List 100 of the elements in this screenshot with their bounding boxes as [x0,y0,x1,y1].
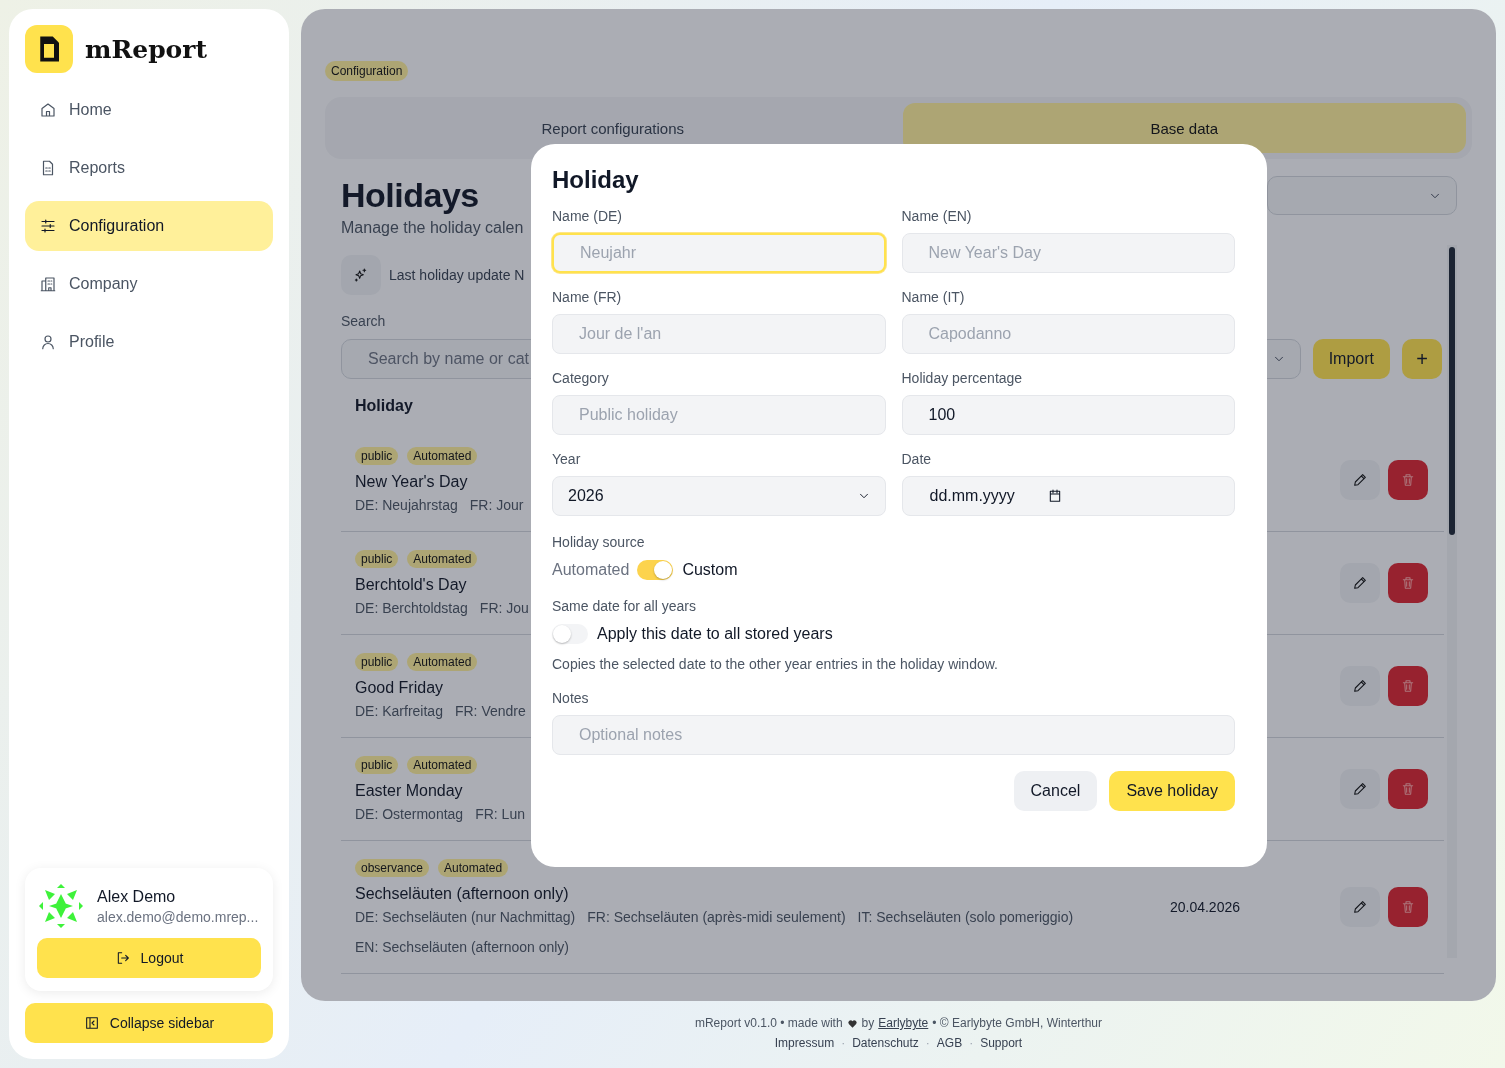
input-field[interactable]: New Year's Day [901,233,1235,273]
scrollbar[interactable] [1449,247,1455,535]
trash-icon [1400,899,1416,915]
holiday-name: Sechseläuten (afternoon only) [355,885,569,903]
delete-button[interactable] [1388,769,1428,809]
delete-button[interactable] [1388,460,1428,500]
user-icon [39,333,57,351]
nav-item[interactable]: Configuration [25,201,273,251]
import-button[interactable]: Import [1312,339,1390,379]
holiday-name: Berchtold's Day [355,576,467,594]
footer-text: • © Earlybyte GmbH, Winterthur [932,1016,1103,1030]
tag: Automated [407,447,478,465]
delete-button[interactable] [1388,563,1428,603]
separator-dot: · [925,1036,930,1050]
breadcrumb-chip[interactable]: Configuration [325,61,409,81]
add-button[interactable]: + [1402,339,1442,379]
input-field[interactable]: Jour de l'an [552,314,886,354]
sparkle-button[interactable] [341,255,381,295]
collapse-sidebar-button[interactable]: Collapse sidebar [25,1003,273,1043]
field-label: Name (EN) [901,208,973,224]
edit-button[interactable] [1340,666,1380,706]
translation-text: FR: Jour [469,497,524,513]
footer-link[interactable]: Earlybyte [878,1016,929,1030]
update-note: Last holiday update N [389,267,525,283]
nav-item[interactable]: Profile [25,317,273,367]
footer-link[interactable]: Datenschutz [852,1036,919,1050]
pencil-icon [1352,575,1368,591]
tag: Automated [438,859,509,877]
field-label: Year [552,451,582,467]
input-field[interactable]: 100 [901,395,1235,435]
toggle-switch[interactable] [637,560,674,580]
footer-text: by [861,1016,875,1030]
translation-text: FR: Jou [479,600,529,616]
section-label: Holiday source [552,534,646,550]
app-name: mReport [85,34,207,64]
tag: Automated [407,653,478,671]
section-label: Same date for all years [552,598,697,614]
translation-text: DE: Karfreitag [355,703,443,719]
field-label: Name (DE) [552,208,623,224]
translation-text: EN: Sechseläuten (afternoon only) [355,939,569,955]
avatar-icon [37,882,85,930]
field-label: Name (IT) [901,289,966,305]
pencil-icon [1352,781,1368,797]
year-select[interactable]: 2026 [552,476,886,516]
heart-icon [846,1017,858,1029]
pencil-icon [1352,472,1368,488]
holiday-name: Easter Monday [355,782,463,800]
nav-item[interactable]: Company [25,259,273,309]
field-label: Date [901,451,933,467]
tag: Automated [407,756,478,774]
toggle-option: Custom [682,561,738,579]
translation-text: DE: Sechseläuten (nur Nachmittag) [355,909,576,925]
date-field[interactable]: dd.mm.yyyy [901,476,1235,516]
tab[interactable]: Report configurations [331,103,895,153]
cancel-button[interactable]: Cancel [1013,771,1098,811]
input-field[interactable]: Public holiday [552,395,886,435]
field-label: Name (FR) [552,289,623,305]
translation-text: IT: Sechseläuten (solo pomeriggio) [857,909,1074,925]
help-text: Copies the selected date to the other year entries in the holiday window. [552,656,999,672]
nav-item[interactable]: Reports [25,143,273,193]
column-header: Holiday [355,397,413,415]
logout-button[interactable]: Logout [37,938,261,978]
tag: public [355,447,399,465]
field-label: Category [552,370,610,386]
edit-button[interactable] [1340,887,1380,927]
tag: public [355,756,399,774]
toggle-switch[interactable] [552,624,588,644]
input-field[interactable]: Capodanno [901,314,1235,354]
footer-link[interactable]: Support [980,1036,1023,1050]
sliders-icon [39,217,57,235]
delete-button[interactable] [1388,887,1428,927]
pencil-icon [1352,678,1368,694]
notes-field[interactable]: Optional notes [552,715,1235,755]
translation-text: DE: Berchtoldstag [355,600,468,616]
tab[interactable]: Base data [902,103,1466,153]
delete-button[interactable] [1388,666,1428,706]
footer-link[interactable]: AGB [936,1036,963,1050]
home-icon [39,101,57,119]
dialog-title: Holiday [552,166,640,194]
footer-text: mReport v0.1.0 • made with [694,1016,843,1030]
holiday-name: New Year's Day [355,473,468,491]
translation-text: FR: Vendre [454,703,526,719]
save-button[interactable]: Save holiday [1109,771,1235,811]
holiday-name: Good Friday [355,679,444,697]
footer-link[interactable]: Impressum [774,1036,835,1050]
trash-icon [1400,575,1416,591]
trash-icon [1400,472,1416,488]
edit-button[interactable] [1340,460,1380,500]
search-label: Search [341,313,387,329]
tag: Automated [407,550,478,568]
edit-button[interactable] [1340,769,1380,809]
pencil-icon [1352,899,1368,915]
translation-text: FR: Lun [475,806,525,822]
tag: public [355,550,399,568]
nav-item[interactable]: Home [25,85,273,135]
translation-text: DE: Ostermontag [355,806,464,822]
input-field[interactable]: Neujahr [552,233,886,273]
trash-icon [1400,678,1416,694]
logo-icon [25,25,73,73]
edit-button[interactable] [1340,563,1380,603]
